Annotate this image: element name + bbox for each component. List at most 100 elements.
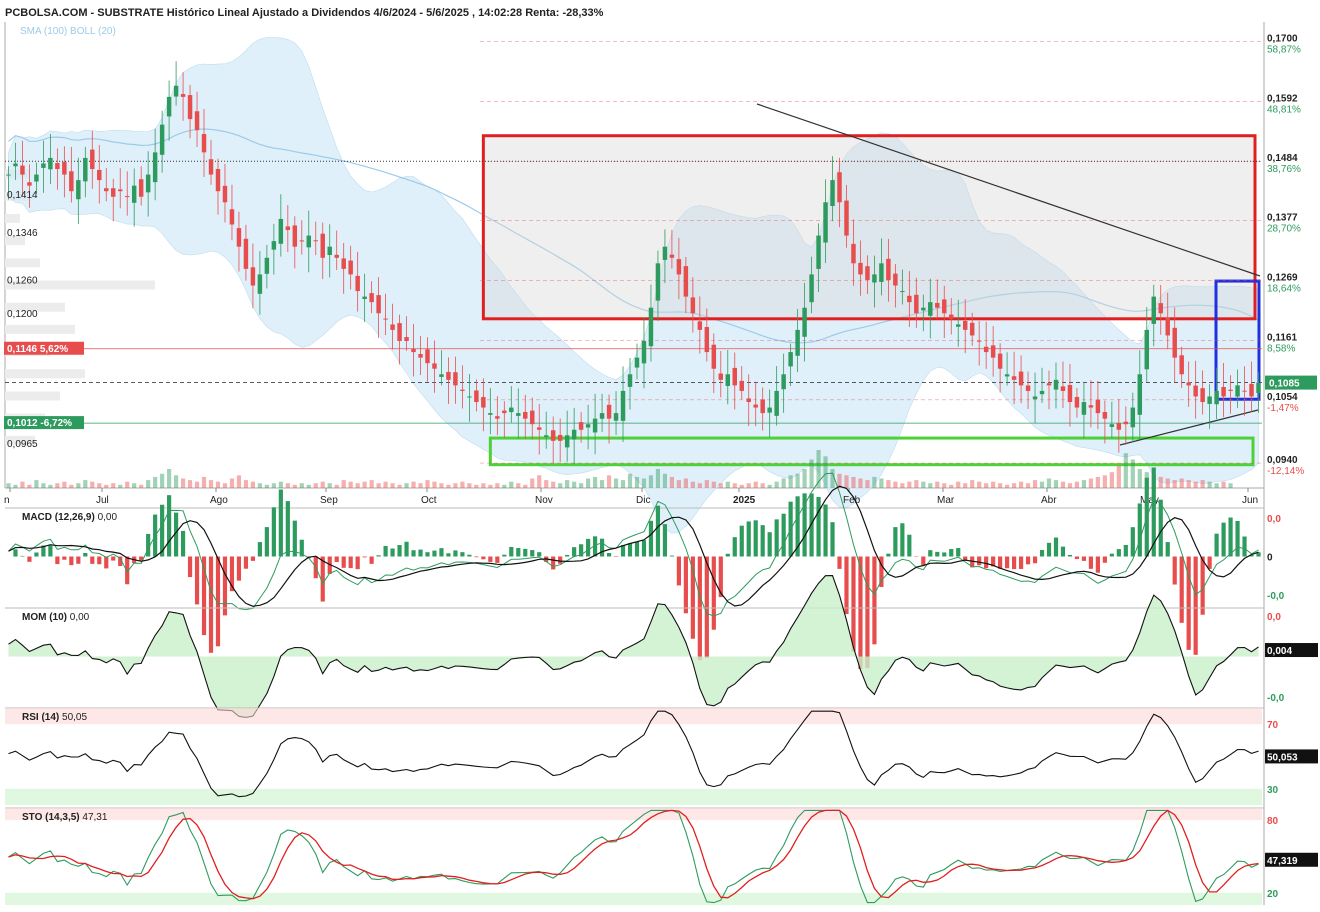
macd-hist-bar <box>830 522 835 557</box>
macd-hist-bar <box>851 556 856 652</box>
volume-bar <box>397 484 402 488</box>
candle-body <box>348 260 353 275</box>
macd-hist-bar <box>530 550 535 557</box>
volume-bar <box>753 481 758 488</box>
volume-bar <box>264 484 269 488</box>
macd-hist-bar <box>669 555 675 557</box>
volume-bar <box>669 476 675 488</box>
macd-hist-bar <box>83 552 88 557</box>
candle-body <box>1081 402 1087 415</box>
volume-bar <box>599 480 605 488</box>
volume-profile-bar <box>5 391 60 401</box>
volume-bar <box>991 481 996 488</box>
volume-bar <box>327 483 332 488</box>
macd-hist-bar <box>1053 537 1059 557</box>
candle-body <box>578 422 584 430</box>
volume-bar <box>313 483 318 488</box>
macd-hist-bar <box>558 556 563 564</box>
volume-bar <box>62 481 67 488</box>
candle-body <box>495 416 500 419</box>
candle-body <box>111 188 116 197</box>
volume-bar <box>1123 453 1128 488</box>
volume-bar <box>551 481 556 488</box>
volume-bar <box>942 483 947 488</box>
macd-hist-bar <box>460 552 465 557</box>
macd-hist-bar <box>928 550 933 557</box>
volume-bar <box>1095 476 1100 488</box>
volume-bar <box>1214 483 1219 488</box>
overbought-zone <box>5 708 1262 725</box>
candle-body <box>1137 374 1143 415</box>
candle-body <box>564 435 570 448</box>
volume-bar <box>907 481 912 488</box>
mom-label: MOM (10) 0,00 <box>22 612 90 623</box>
macd-hist-bar <box>208 556 214 653</box>
volume-bar <box>167 469 172 488</box>
volume-bar <box>362 481 367 488</box>
macd-hist-bar <box>13 549 18 557</box>
candle-body <box>1193 385 1198 397</box>
volume-bar <box>1081 480 1087 488</box>
volume-bar <box>1109 472 1114 488</box>
volume-bar <box>1074 481 1080 488</box>
candle-body <box>1200 388 1205 403</box>
candle-body <box>355 275 360 292</box>
macd-hist-bar <box>809 493 814 557</box>
macd-hist-bar <box>837 556 842 569</box>
candle-body <box>1235 385 1240 397</box>
macd-hist-bar <box>634 541 640 557</box>
macd-hist-bar <box>509 546 514 557</box>
candle-body <box>502 410 507 414</box>
macd-hist-bar <box>20 555 25 557</box>
volume-bar <box>865 480 870 488</box>
sto-label: STO (14,3,5) 47,31 <box>22 812 108 823</box>
macd-hist-bar <box>683 556 688 614</box>
volume-bar <box>236 475 242 488</box>
candle-body <box>90 149 95 170</box>
x-tick-label: Oct <box>421 495 437 506</box>
candle-body <box>425 349 430 364</box>
candle-body <box>1116 423 1122 430</box>
oversold-zone <box>5 892 1262 905</box>
candle-body <box>159 124 165 155</box>
candle-body <box>935 302 940 308</box>
volume-bar <box>1228 483 1233 488</box>
volume-bar <box>683 478 688 488</box>
macd-hist-bar <box>949 549 954 557</box>
macd-hist-bar <box>34 552 39 557</box>
volume-bar <box>886 480 891 488</box>
x-tick-label: Nov <box>535 495 553 506</box>
candle-body <box>851 243 856 264</box>
volume-bar <box>250 481 256 488</box>
volume-bar <box>648 475 654 488</box>
macd-hist-bar <box>467 554 472 557</box>
candle-body <box>62 161 67 175</box>
y-tick-pct: 8,58% <box>1267 343 1295 354</box>
volume-bar <box>411 481 416 488</box>
level-tag-label: 0,1012 -6,72% <box>7 418 72 429</box>
volume-bar <box>1116 465 1121 488</box>
candle-body <box>1074 396 1080 408</box>
volume-bar <box>41 483 46 488</box>
macd-hist-bar <box>425 552 430 557</box>
panel-current-label: 50,053 <box>1267 752 1298 763</box>
candle-body <box>250 267 256 286</box>
volume-bar <box>369 480 374 488</box>
macd-hist-bar <box>739 525 744 557</box>
volume-bar <box>802 469 807 488</box>
resistance-box <box>481 134 1257 321</box>
volume-bar <box>928 483 933 488</box>
candle-body <box>1151 296 1156 324</box>
volume-bar <box>1193 481 1198 488</box>
x-tick-label: Jun <box>1242 495 1258 506</box>
macd-hist-bar <box>1179 556 1184 623</box>
volume-bar <box>104 484 109 488</box>
volume-bar <box>173 475 179 488</box>
candle-body <box>1109 424 1115 427</box>
volume-bar <box>404 483 409 488</box>
volume-bar <box>1088 478 1094 488</box>
volume-bar <box>132 483 137 488</box>
volume-bar <box>586 478 591 488</box>
volume-bar <box>613 478 619 488</box>
volume-bar <box>900 483 905 488</box>
